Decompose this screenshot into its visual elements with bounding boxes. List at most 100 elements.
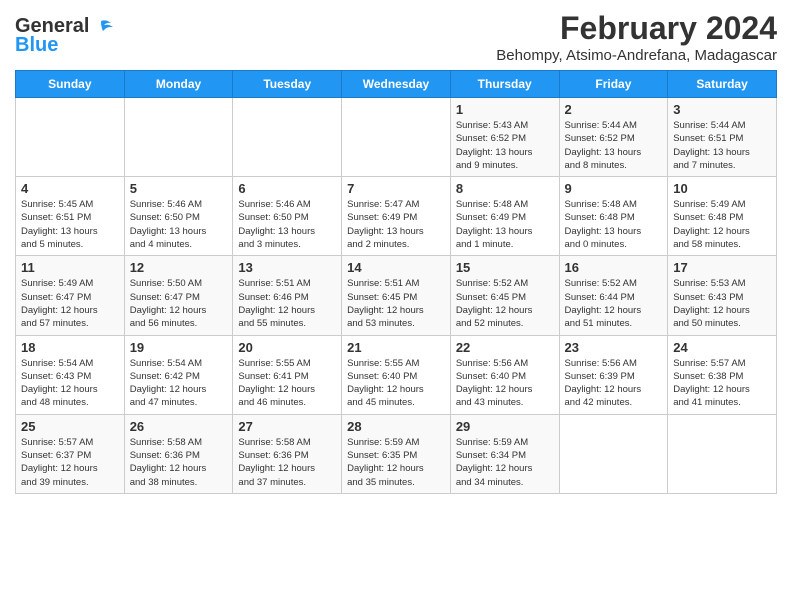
day-number: 11 [21,260,119,275]
day-info: Sunrise: 5:58 AM Sunset: 6:36 PM Dayligh… [238,436,336,489]
calendar-day-cell: 27 Sunrise: 5:58 AM Sunset: 6:36 PM Dayli… [233,414,342,493]
day-info: Sunrise: 5:55 AM Sunset: 6:40 PM Dayligh… [347,357,445,410]
calendar-day-cell: 25 Sunrise: 5:57 AM Sunset: 6:37 PM Dayli… [16,414,125,493]
day-number: 26 [130,419,228,434]
day-info: Sunrise: 5:54 AM Sunset: 6:43 PM Dayligh… [21,357,119,410]
day-number: 2 [565,102,663,117]
calendar-day-cell [342,98,451,177]
calendar-day-cell: 18Sunrise: 5:54 AM Sunset: 6:43 PM Dayli… [16,335,125,414]
day-number: 5 [130,181,228,196]
day-info: Sunrise: 5:43 AM Sunset: 6:52 PM Dayligh… [456,119,554,172]
calendar-day-cell: 9 Sunrise: 5:48 AM Sunset: 6:48 PM Daylig… [559,177,668,256]
day-info: Sunrise: 5:50 AM Sunset: 6:47 PM Dayligh… [130,277,228,330]
calendar-day-cell: 7 Sunrise: 5:47 AM Sunset: 6:49 PM Daylig… [342,177,451,256]
calendar-day-cell: 12 Sunrise: 5:50 AM Sunset: 6:47 PM Dayli… [124,256,233,335]
day-info: Sunrise: 5:51 AM Sunset: 6:46 PM Dayligh… [238,277,336,330]
day-number: 24 [673,340,771,355]
day-info: Sunrise: 5:48 AM Sunset: 6:48 PM Dayligh… [565,198,663,251]
logo: General Blue [15,15,113,57]
day-number: 3 [673,102,771,117]
day-info: Sunrise: 5:57 AM Sunset: 6:37 PM Dayligh… [21,436,119,489]
calendar-day-cell: 22 Sunrise: 5:56 AM Sunset: 6:40 PM Dayli… [450,335,559,414]
day-number: 10 [673,181,771,196]
day-info: Sunrise: 5:49 AM Sunset: 6:47 PM Dayligh… [21,277,119,330]
calendar-week-row: 4Sunrise: 5:45 AM Sunset: 6:51 PM Daylig… [16,177,777,256]
title-area: February 2024 Behompy, Atsimo-Andrefana,… [496,10,777,64]
calendar-header-row: SundayMondayTuesdayWednesdayThursdayFrid… [16,71,777,98]
calendar-table: SundayMondayTuesdayWednesdayThursdayFrid… [15,70,777,494]
calendar-day-cell: 1 Sunrise: 5:43 AM Sunset: 6:52 PM Daylig… [450,98,559,177]
calendar-day-cell: 26 Sunrise: 5:58 AM Sunset: 6:36 PM Dayli… [124,414,233,493]
calendar-day-cell: 29Sunrise: 5:59 AM Sunset: 6:34 PM Dayli… [450,414,559,493]
day-info: Sunrise: 5:59 AM Sunset: 6:35 PM Dayligh… [347,436,445,489]
calendar-day-cell: 14Sunrise: 5:51 AM Sunset: 6:45 PM Dayli… [342,256,451,335]
day-number: 27 [238,419,336,434]
day-info: Sunrise: 5:48 AM Sunset: 6:49 PM Dayligh… [456,198,554,251]
calendar-day-cell: 2 Sunrise: 5:44 AM Sunset: 6:52 PM Daylig… [559,98,668,177]
day-info: Sunrise: 5:44 AM Sunset: 6:52 PM Dayligh… [565,119,663,172]
calendar-day-cell: 20 Sunrise: 5:55 AM Sunset: 6:41 PM Dayli… [233,335,342,414]
calendar-day-cell: 5 Sunrise: 5:46 AM Sunset: 6:50 PM Daylig… [124,177,233,256]
day-info: Sunrise: 5:53 AM Sunset: 6:43 PM Dayligh… [673,277,771,330]
calendar-day-cell: 23Sunrise: 5:56 AM Sunset: 6:39 PM Dayli… [559,335,668,414]
day-number: 21 [347,340,445,355]
day-number: 17 [673,260,771,275]
calendar-day-cell: 16Sunrise: 5:52 AM Sunset: 6:44 PM Dayli… [559,256,668,335]
day-info: Sunrise: 5:44 AM Sunset: 6:51 PM Dayligh… [673,119,771,172]
header: General Blue February 2024 Behompy, Atsi… [15,10,777,64]
day-number: 29 [456,419,554,434]
day-info: Sunrise: 5:52 AM Sunset: 6:44 PM Dayligh… [565,277,663,330]
day-number: 6 [238,181,336,196]
day-number: 28 [347,419,445,434]
day-number: 19 [130,340,228,355]
weekday-header: Monday [124,71,233,98]
day-number: 15 [456,260,554,275]
calendar-day-cell [668,414,777,493]
day-info: Sunrise: 5:58 AM Sunset: 6:36 PM Dayligh… [130,436,228,489]
calendar-day-cell: 3 Sunrise: 5:44 AM Sunset: 6:51 PM Daylig… [668,98,777,177]
calendar-day-cell: 13 Sunrise: 5:51 AM Sunset: 6:46 PM Dayli… [233,256,342,335]
calendar-day-cell [559,414,668,493]
calendar-day-cell [233,98,342,177]
calendar-day-cell [16,98,125,177]
day-info: Sunrise: 5:57 AM Sunset: 6:38 PM Dayligh… [673,357,771,410]
calendar-day-cell: 8Sunrise: 5:48 AM Sunset: 6:49 PM Daylig… [450,177,559,256]
weekday-header: Wednesday [342,71,451,98]
day-info: Sunrise: 5:45 AM Sunset: 6:51 PM Dayligh… [21,198,119,251]
main-title: February 2024 [496,10,777,47]
day-number: 20 [238,340,336,355]
day-number: 23 [565,340,663,355]
calendar-week-row: 25 Sunrise: 5:57 AM Sunset: 6:37 PM Dayli… [16,414,777,493]
calendar-day-cell: 11 Sunrise: 5:49 AM Sunset: 6:47 PM Dayli… [16,256,125,335]
day-info: Sunrise: 5:47 AM Sunset: 6:49 PM Dayligh… [347,198,445,251]
weekday-header: Friday [559,71,668,98]
calendar-week-row: 11 Sunrise: 5:49 AM Sunset: 6:47 PM Dayli… [16,256,777,335]
day-info: Sunrise: 5:56 AM Sunset: 6:40 PM Dayligh… [456,357,554,410]
day-number: 22 [456,340,554,355]
day-info: Sunrise: 5:52 AM Sunset: 6:45 PM Dayligh… [456,277,554,330]
day-number: 14 [347,260,445,275]
calendar-day-cell: 15 Sunrise: 5:52 AM Sunset: 6:45 PM Dayli… [450,256,559,335]
calendar-week-row: 1 Sunrise: 5:43 AM Sunset: 6:52 PM Daylig… [16,98,777,177]
weekday-header: Tuesday [233,71,342,98]
day-number: 12 [130,260,228,275]
day-number: 9 [565,181,663,196]
calendar-day-cell: 28 Sunrise: 5:59 AM Sunset: 6:35 PM Dayli… [342,414,451,493]
calendar-day-cell: 6Sunrise: 5:46 AM Sunset: 6:50 PM Daylig… [233,177,342,256]
weekday-header: Sunday [16,71,125,98]
calendar-day-cell: 19 Sunrise: 5:54 AM Sunset: 6:42 PM Dayli… [124,335,233,414]
day-number: 1 [456,102,554,117]
logo-bird-icon [91,19,113,35]
day-info: Sunrise: 5:54 AM Sunset: 6:42 PM Dayligh… [130,357,228,410]
day-info: Sunrise: 5:55 AM Sunset: 6:41 PM Dayligh… [238,357,336,410]
calendar-day-cell: 17 Sunrise: 5:53 AM Sunset: 6:43 PM Dayli… [668,256,777,335]
calendar-day-cell: 24 Sunrise: 5:57 AM Sunset: 6:38 PM Dayli… [668,335,777,414]
day-number: 25 [21,419,119,434]
day-info: Sunrise: 5:49 AM Sunset: 6:48 PM Dayligh… [673,198,771,251]
day-number: 7 [347,181,445,196]
day-number: 13 [238,260,336,275]
day-info: Sunrise: 5:46 AM Sunset: 6:50 PM Dayligh… [130,198,228,251]
calendar-day-cell: 21 Sunrise: 5:55 AM Sunset: 6:40 PM Dayli… [342,335,451,414]
calendar-day-cell: 4Sunrise: 5:45 AM Sunset: 6:51 PM Daylig… [16,177,125,256]
calendar-day-cell: 10 Sunrise: 5:49 AM Sunset: 6:48 PM Dayli… [668,177,777,256]
